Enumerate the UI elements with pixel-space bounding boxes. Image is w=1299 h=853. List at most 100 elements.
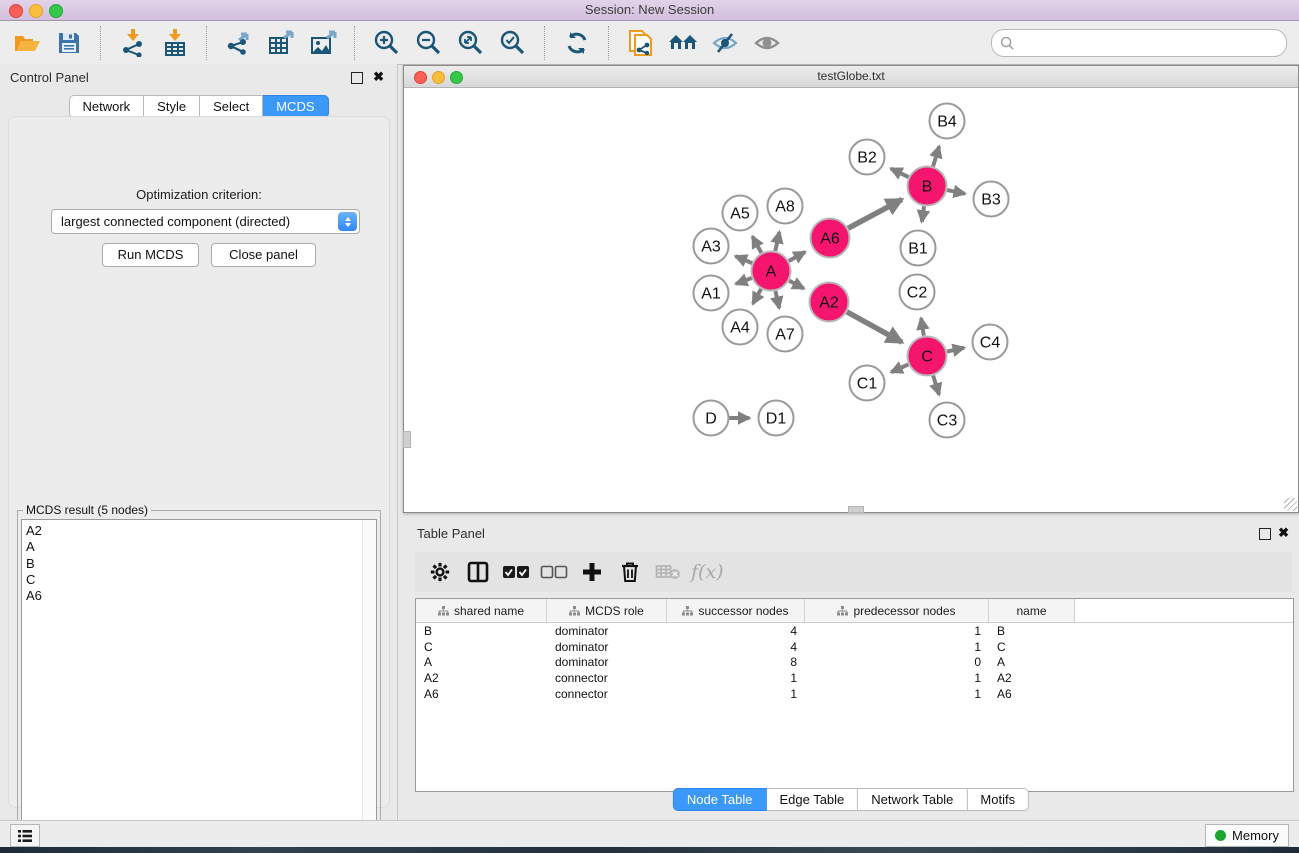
zoom-view-icon[interactable] — [450, 71, 463, 84]
table-cell[interactable]: connector — [547, 671, 667, 685]
network-canvas[interactable]: AA5A8A3A1A4A7A6A2BB2B4B3B1C2CC4C1C3DD1 — [404, 88, 1296, 510]
table-cell[interactable]: A — [989, 655, 1075, 669]
close-panel-button[interactable]: Close panel — [211, 243, 316, 267]
table-row[interactable]: Cdominator41C — [416, 639, 1293, 655]
node-A4[interactable]: A4 — [723, 310, 758, 345]
node-C[interactable]: C — [908, 337, 947, 376]
table-cell[interactable]: dominator — [547, 640, 667, 654]
node-C3[interactable]: C3 — [930, 403, 965, 438]
edge-A-A2[interactable] — [789, 281, 804, 289]
edge-C-C2[interactable] — [921, 318, 924, 336]
select-all-checkboxes-icon[interactable] — [497, 555, 535, 589]
tab-select[interactable]: Select — [200, 95, 263, 118]
edge-A6-B[interactable] — [848, 199, 902, 228]
hide-details-icon[interactable] — [704, 25, 746, 61]
edge-A-A8[interactable] — [775, 232, 779, 251]
edge-A-A5[interactable] — [752, 236, 761, 253]
export-table-icon[interactable] — [260, 25, 302, 61]
search-box[interactable] — [991, 29, 1287, 57]
edge-A-A7[interactable] — [775, 291, 779, 308]
table-cell[interactable]: A — [416, 655, 547, 669]
result-item[interactable]: B — [26, 556, 376, 572]
tab-motifs[interactable]: Motifs — [967, 788, 1029, 811]
column-header-successor-nodes[interactable]: successor nodes — [667, 599, 805, 622]
edge-B-B1[interactable] — [922, 206, 924, 221]
float-panel-icon[interactable] — [351, 72, 363, 84]
zoom-fit-icon[interactable] — [450, 25, 492, 61]
column-header-predecessor-nodes[interactable]: predecessor nodes — [805, 599, 989, 622]
new-session-from-network-icon[interactable] — [620, 25, 662, 61]
table-cell[interactable]: A6 — [989, 687, 1075, 701]
table-row[interactable]: Adominator80A — [416, 654, 1293, 670]
node-A[interactable]: A — [752, 252, 791, 291]
show-details-icon[interactable] — [746, 25, 788, 61]
save-session-icon[interactable] — [48, 25, 90, 61]
minimize-view-icon[interactable] — [432, 71, 445, 84]
export-image-icon[interactable] — [302, 25, 344, 61]
node-A1[interactable]: A1 — [694, 276, 729, 311]
table-cell[interactable]: B — [989, 624, 1075, 638]
close-panel-icon[interactable]: ✖ — [373, 69, 384, 85]
table-row[interactable]: A2connector11A2 — [416, 670, 1293, 686]
show-column-icon[interactable] — [459, 555, 497, 589]
node-B4[interactable]: B4 — [930, 104, 965, 139]
table-cell[interactable]: 1 — [805, 640, 989, 654]
node-B1[interactable]: B1 — [901, 231, 936, 266]
table-cell[interactable]: C — [989, 640, 1075, 654]
edge-C-C3[interactable] — [933, 376, 939, 395]
tab-edge-table[interactable]: Edge Table — [766, 788, 858, 811]
edge-A-A1[interactable] — [736, 278, 752, 284]
edge-A2-C[interactable] — [847, 312, 902, 342]
add-column-icon[interactable] — [573, 555, 611, 589]
resize-grip-icon[interactable] — [1284, 498, 1297, 511]
import-table-icon[interactable] — [154, 25, 196, 61]
export-network-icon[interactable] — [218, 25, 260, 61]
import-network-icon[interactable] — [112, 25, 154, 61]
open-folder-icon[interactable] — [6, 25, 48, 61]
zoom-in-icon[interactable] — [366, 25, 408, 61]
column-header-name[interactable]: name — [989, 599, 1075, 622]
close-view-icon[interactable] — [414, 71, 427, 84]
table-cell[interactable]: 4 — [667, 640, 805, 654]
task-history-button[interactable] — [10, 824, 40, 847]
node-B3[interactable]: B3 — [974, 182, 1009, 217]
node-C1[interactable]: C1 — [850, 366, 885, 401]
edge-B-B4[interactable] — [933, 146, 939, 166]
table-cell[interactable]: A6 — [416, 687, 547, 701]
node-B2[interactable]: B2 — [850, 140, 885, 175]
table-options-gear-icon[interactable] — [421, 555, 459, 589]
refresh-layout-icon[interactable] — [556, 25, 598, 61]
edge-A-A4[interactable] — [753, 289, 761, 304]
tab-style[interactable]: Style — [144, 95, 200, 118]
edge-A-A3[interactable] — [735, 256, 752, 263]
result-list-scrollbar[interactable] — [362, 520, 376, 847]
node-A2[interactable]: A2 — [810, 283, 849, 322]
table-cell[interactable]: 1 — [805, 687, 989, 701]
table-cell[interactable]: 1 — [667, 671, 805, 685]
table-row[interactable]: Bdominator41B — [416, 623, 1293, 639]
result-item[interactable]: A — [26, 539, 376, 555]
node-A6[interactable]: A6 — [811, 219, 850, 258]
table-cell[interactable]: C — [416, 640, 547, 654]
criterion-dropdown[interactable]: largest connected component (directed) — [51, 209, 360, 234]
tab-mcds[interactable]: MCDS — [263, 95, 328, 118]
node-A5[interactable]: A5 — [723, 196, 758, 231]
node-D[interactable]: D — [694, 401, 729, 436]
result-item[interactable]: A2 — [26, 523, 376, 539]
zoom-selected-icon[interactable] — [492, 25, 534, 61]
node-A3[interactable]: A3 — [694, 229, 729, 264]
zoom-out-icon[interactable] — [408, 25, 450, 61]
table-cell[interactable]: 0 — [805, 655, 989, 669]
node-A7[interactable]: A7 — [768, 317, 803, 352]
tab-network[interactable]: Network — [68, 95, 144, 118]
result-item[interactable]: A6 — [26, 588, 376, 604]
edge-B-B2[interactable] — [891, 169, 909, 178]
mcds-result-list[interactable]: A2ABCA6 — [21, 519, 377, 848]
edge-A-A6[interactable] — [789, 252, 805, 261]
table-cell[interactable]: 1 — [805, 671, 989, 685]
deselect-all-checkboxes-icon[interactable] — [535, 555, 573, 589]
close-window-icon[interactable] — [9, 4, 23, 18]
column-header-shared-name[interactable]: shared name — [416, 599, 547, 622]
zoom-window-icon[interactable] — [49, 4, 63, 18]
table-cell[interactable]: 1 — [805, 624, 989, 638]
